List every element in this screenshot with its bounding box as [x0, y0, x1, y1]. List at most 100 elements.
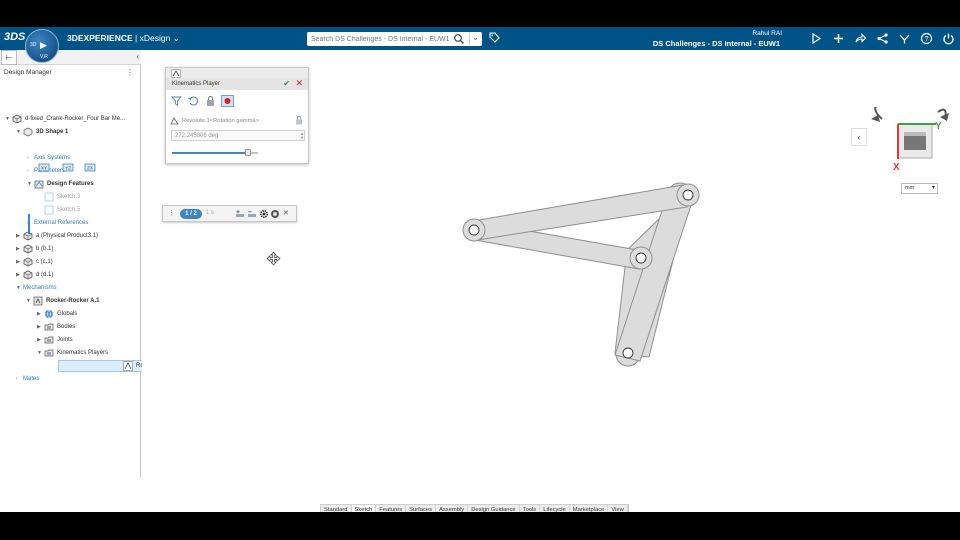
- zx-plane-icon[interactable]: ZX: [84, 162, 96, 172]
- player-icon: [123, 361, 133, 371]
- back-view-button[interactable]: ‹: [851, 128, 867, 146]
- tree-item[interactable]: ▼ Kinematics Players: [37, 347, 108, 359]
- tree-item[interactable]: ▼ Design Features: [27, 178, 94, 190]
- close-button[interactable]: ✕: [295, 78, 303, 89]
- tree-item[interactable]: ▼ Mechanisms: [16, 282, 57, 294]
- tree-item[interactable]: › Mates: [16, 373, 39, 385]
- remove-step-icon[interactable]: [247, 209, 257, 219]
- tree-item[interactable]: ▶ d (d.1): [16, 269, 53, 281]
- tree-item[interactable]: ›External References: [27, 217, 88, 229]
- yz-plane-icon[interactable]: YZ: [62, 162, 74, 172]
- tab-tools[interactable]: Tools: [520, 505, 541, 512]
- cube-icon[interactable]: [810, 32, 823, 45]
- expand-arrow-icon[interactable]: ▼: [16, 285, 23, 291]
- app-brand[interactable]: 3DEXPERIENCE | xDesign ⌄: [67, 33, 180, 44]
- expand-arrow-icon[interactable]: ▼: [27, 181, 34, 187]
- tab-surfaces[interactable]: Surfaces: [406, 505, 437, 512]
- collapse-panel-button[interactable]: ‹: [136, 52, 139, 61]
- search-input[interactable]: [311, 33, 451, 45]
- tree-item[interactable]: ▶ Globals: [37, 308, 77, 320]
- ds-logo: 3DS: [4, 31, 26, 43]
- compass-apps-icon[interactable]: [898, 32, 911, 45]
- brand-strong: 3DEXPERIENCE: [67, 33, 133, 43]
- tab-view[interactable]: View: [608, 505, 628, 512]
- tree-item[interactable]: Sketch.3: [37, 191, 80, 203]
- units-dropdown[interactable]: mm ▾: [901, 183, 938, 194]
- axis-x-label: X: [893, 162, 900, 173]
- tab-marketplace[interactable]: Marketplace: [570, 505, 609, 512]
- tree-item[interactable]: Sketch.5: [37, 204, 80, 216]
- tree-item-label: Globals: [57, 311, 78, 317]
- user-name[interactable]: Rahul RAI: [752, 30, 782, 37]
- expand-arrow-icon[interactable]: ▼: [16, 129, 23, 135]
- expand-arrow-icon[interactable]: ▶: [16, 246, 23, 252]
- expand-arrow-icon[interactable]: ▶: [16, 272, 23, 278]
- slider-thumb[interactable]: [244, 149, 251, 156]
- tag-icon[interactable]: [488, 31, 500, 45]
- panel-menu-icon[interactable]: ⋮: [126, 68, 134, 77]
- xy-plane-icon[interactable]: XY: [38, 162, 50, 172]
- expand-arrow-icon[interactable]: ›: [16, 376, 23, 382]
- share-icon[interactable]: [854, 32, 867, 45]
- expand-arrow-icon[interactable]: ▶: [37, 324, 44, 330]
- joint-lock-icon[interactable]: [294, 115, 304, 125]
- tab-features[interactable]: Features: [376, 505, 407, 512]
- tree-item-label: c (c.1): [36, 259, 53, 265]
- globe-icon: [44, 309, 54, 319]
- joint-value-field[interactable]: 272.245806 deg: [171, 130, 305, 141]
- step-duration[interactable]: 1 s: [206, 210, 214, 216]
- tree-item[interactable]: ▶ Joints: [37, 334, 73, 346]
- four-bar-mechanism[interactable]: [455, 177, 710, 372]
- tree-item-label: a (Physical Product3.1): [36, 233, 99, 239]
- compass-widget[interactable]: 3D ▶ V,R: [25, 29, 59, 63]
- tab-sketch[interactable]: Sketch: [351, 505, 377, 512]
- tree-item[interactable]: ▶ c (c.1): [16, 256, 53, 268]
- value-spinner[interactable]: ▲ ▼: [300, 132, 304, 140]
- expand-arrow-icon[interactable]: ▶: [37, 337, 44, 343]
- pivot-hole-3[interactable]: [635, 252, 647, 264]
- action-bar-tabs: Standard Sketch Features Surfaces Assembly De…: [320, 504, 629, 512]
- expand-arrow-icon[interactable]: ▼: [37, 350, 44, 356]
- expand-arrow-icon[interactable]: ▼: [26, 298, 33, 304]
- expand-arrow-icon[interactable]: ▶: [37, 311, 44, 317]
- search-dropdown-icon[interactable]: ⌄: [469, 33, 481, 45]
- joint-selector[interactable]: Revolute.1<Rotation gamma>: [170, 116, 259, 125]
- tree-item[interactable]: ▶ Bodies: [37, 321, 75, 333]
- tab-assembly[interactable]: Assembly: [436, 505, 469, 512]
- settings-gear-icon[interactable]: [259, 209, 269, 219]
- pivot-hole-4[interactable]: [622, 347, 634, 359]
- view-cube[interactable]: Y X: [868, 107, 958, 175]
- joint-slider[interactable]: [172, 149, 258, 156]
- network-icon[interactable]: [876, 32, 889, 45]
- expand-arrow-icon[interactable]: ›: [27, 155, 34, 161]
- tree-item[interactable]: ▶ b (b.1): [16, 243, 53, 255]
- tree-item[interactable]: ▼ Rocker-Rocker A.1: [26, 295, 99, 307]
- tree-tab-icon[interactable]: ⊢: [1, 50, 17, 65]
- add-step-icon[interactable]: [235, 209, 245, 219]
- expand-arrow-icon[interactable]: ▶: [16, 233, 23, 239]
- plus-icon[interactable]: [832, 32, 845, 45]
- help-icon[interactable]: ?: [920, 32, 933, 45]
- filter-icon[interactable]: [170, 95, 183, 107]
- record-icon[interactable]: [221, 95, 234, 107]
- record-stop-icon[interactable]: [270, 209, 280, 219]
- ok-button[interactable]: ✔: [283, 79, 290, 88]
- drag-handle-icon[interactable]: ⋮: [168, 209, 175, 217]
- close-step-bar-button[interactable]: ✕: [283, 209, 289, 217]
- tree-item[interactable]: ▼ 3D Shape 1: [16, 126, 68, 138]
- step-counter[interactable]: 1 / 2: [180, 209, 202, 219]
- power-icon[interactable]: [942, 32, 955, 45]
- tab-standard[interactable]: Standard: [321, 505, 352, 512]
- pivot-hole-2[interactable]: [682, 189, 694, 201]
- expand-arrow-icon[interactable]: ▶: [16, 259, 23, 265]
- tenant-name[interactable]: DS Challenges - DS Internal - EUW1: [653, 39, 780, 48]
- expand-arrow-icon[interactable]: ›: [27, 168, 34, 174]
- tab-lifecycle[interactable]: Lifecycle: [540, 505, 570, 512]
- search-icon[interactable]: [453, 33, 465, 45]
- lock-icon[interactable]: [204, 95, 217, 107]
- expand-arrow-icon[interactable]: ▼: [5, 116, 12, 122]
- replay-icon[interactable]: [187, 95, 200, 107]
- pivot-hole-1[interactable]: [468, 224, 480, 236]
- tab-design-guidance[interactable]: Design Guidance: [468, 505, 520, 512]
- tree-item[interactable]: ▼ d-fixed_Crank-Rocker_Four Bar Me...: [5, 113, 125, 125]
